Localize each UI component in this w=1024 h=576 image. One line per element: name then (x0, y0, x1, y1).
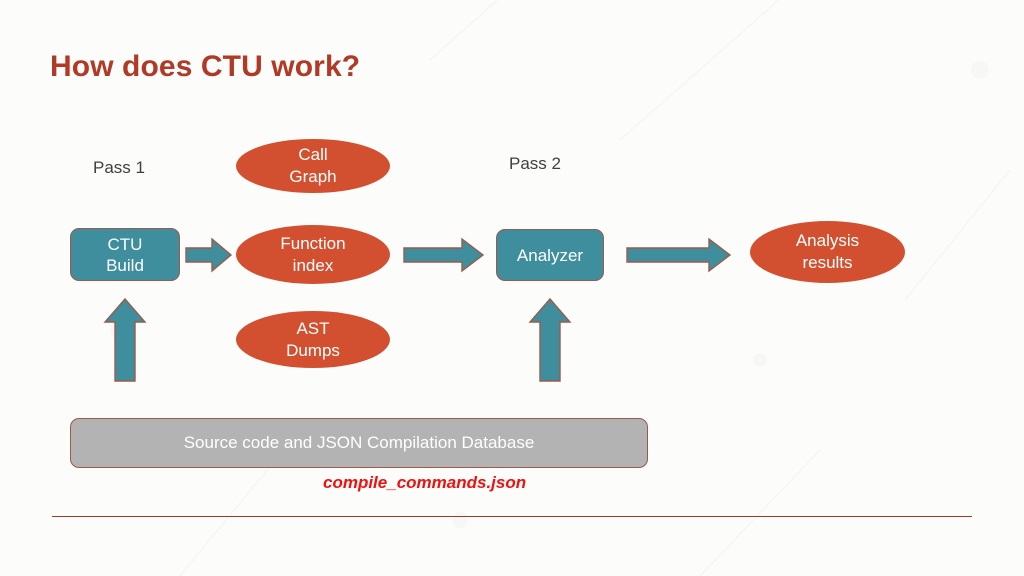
pass-2-label: Pass 2 (509, 154, 561, 173)
arrow-up-icon-source-to-build (103, 297, 147, 382)
call-graph-line-2: Graph (289, 167, 337, 186)
arrow-up-icon-source-to-analyzer (528, 297, 572, 382)
call-graph-line-1: Call (298, 145, 328, 164)
node-ctu-build[interactable]: CTU Build (70, 228, 180, 281)
node-call-graph[interactable]: Call Graph (236, 139, 390, 193)
page-title: How does CTU work? (50, 50, 361, 83)
bottom-divider (52, 516, 972, 517)
function-index-line-2: index (292, 255, 334, 275)
pass-1-label: Pass 1 (93, 158, 145, 177)
ast-dumps-line-2: Dumps (286, 340, 340, 360)
ctu-build-line-1: CTU (107, 234, 143, 254)
arrow-right-icon-analyzer-to-results (626, 237, 732, 273)
arrow-right-icon-build-to-index (185, 237, 233, 273)
function-index-line-1: Function (280, 233, 346, 253)
node-ast-dumps[interactable]: AST Dumps (236, 311, 390, 368)
analysis-results-line-2: results (802, 253, 853, 272)
analysis-results-line-1: Analysis (795, 231, 860, 250)
ast-dumps-line-1: AST (296, 318, 330, 338)
node-analyzer[interactable]: Analyzer (496, 229, 604, 281)
node-function-index[interactable]: Function index (236, 225, 390, 284)
analyzer-label: Analyzer (516, 245, 584, 265)
slide-canvas: How does CTU work? Pass 1 Pass 2 CTU Bui… (0, 0, 1024, 576)
ctu-build-line-2: Build (106, 255, 144, 275)
arrow-right-icon-index-to-analyzer (403, 237, 485, 273)
source-bar-label: Source code and JSON Compilation Databas… (183, 433, 535, 452)
node-source-code-database[interactable]: Source code and JSON Compilation Databas… (70, 418, 648, 468)
compile-commands-json-label: compile_commands.json (323, 473, 527, 492)
node-analysis-results[interactable]: Analysis results (750, 221, 905, 283)
